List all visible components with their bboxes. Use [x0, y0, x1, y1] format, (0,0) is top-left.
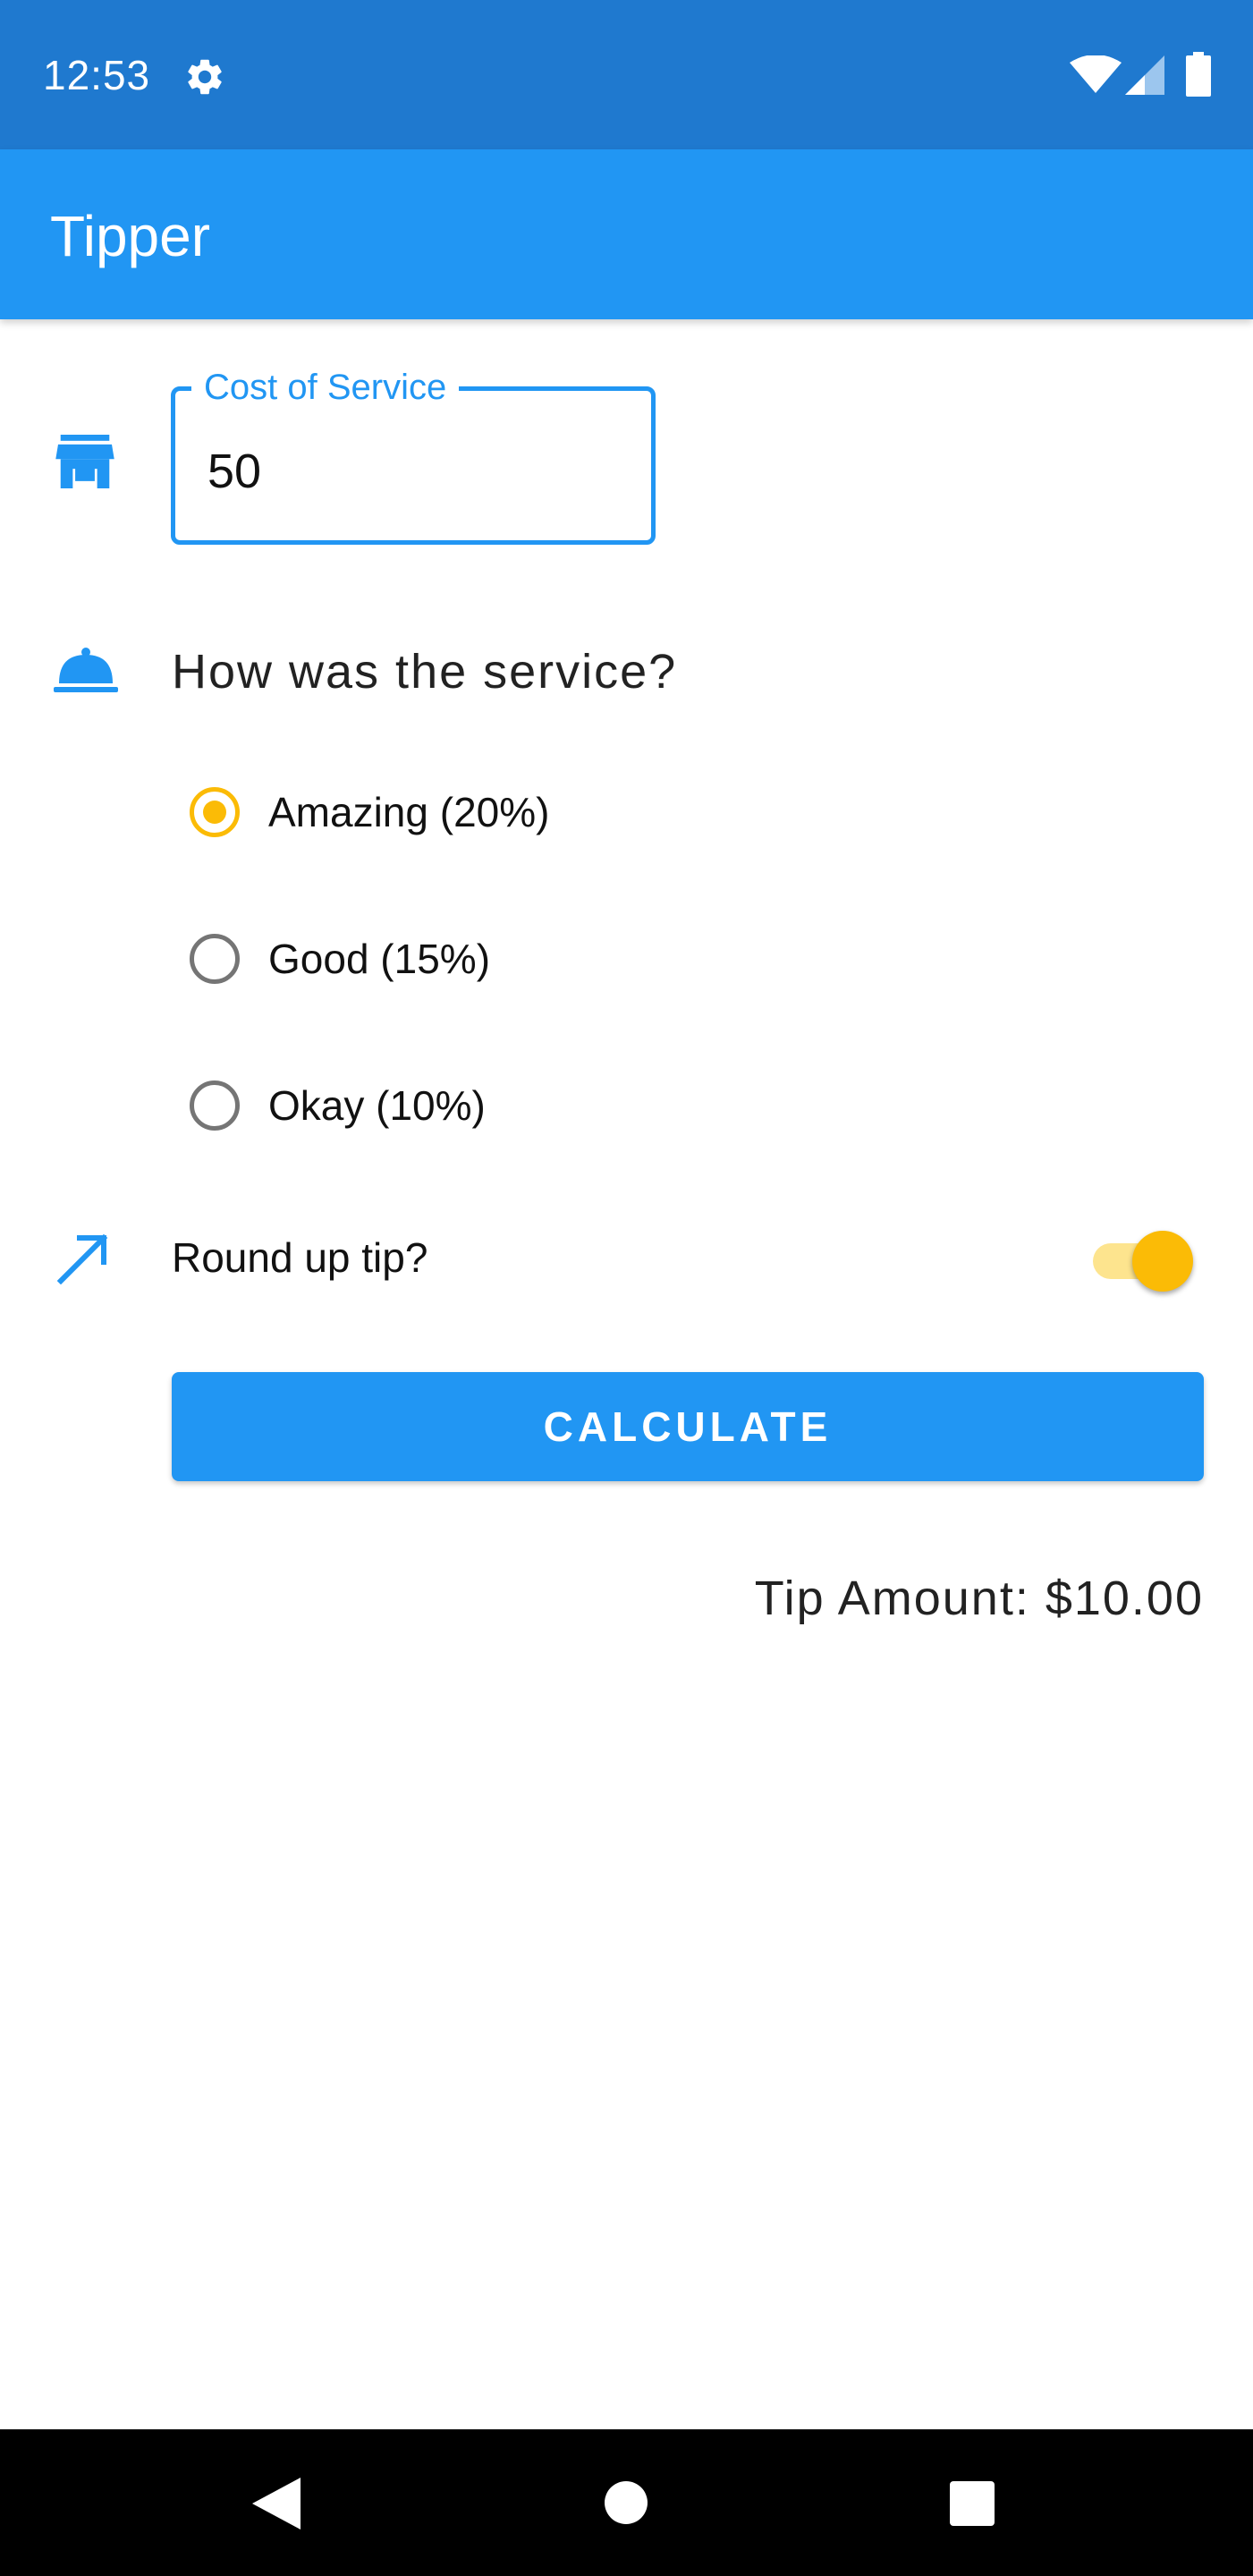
wifi-icon	[1070, 55, 1122, 93]
cost-of-service-input[interactable]: 50	[207, 443, 261, 500]
calculate-button[interactable]: CALCULATE	[172, 1372, 1204, 1481]
trending-up-arrow-icon	[57, 1233, 108, 1284]
cost-of-service-label: Cost of Service	[191, 364, 460, 411]
radio-button-checked[interactable]	[190, 787, 240, 837]
round-up-label: Round up tip?	[172, 1234, 428, 1281]
store-icon	[55, 435, 114, 488]
gear-icon	[188, 59, 222, 95]
radio-label-okay: Okay (10%)	[268, 1082, 486, 1129]
radio-button-unchecked[interactable]	[190, 1080, 240, 1131]
service-question: How was the service?	[172, 645, 678, 699]
radio-option-good[interactable]: Good (15%)	[184, 923, 721, 1004]
app-bar: Tipper	[0, 149, 1253, 319]
cost-of-service-field[interactable]: Cost of Service 50	[171, 364, 656, 545]
home-icon[interactable]	[605, 2481, 648, 2524]
bell-icon	[54, 648, 118, 692]
tip-amount-text: Tip Amount: $10.00	[754, 1572, 1204, 1625]
status-time: 12:53	[43, 52, 151, 98]
radio-option-amazing[interactable]: Amazing (20%)	[184, 776, 721, 857]
back-icon[interactable]	[252, 2478, 301, 2529]
recents-icon[interactable]	[950, 2481, 995, 2526]
app-title: Tipper	[50, 204, 211, 268]
radio-label-amazing: Amazing (20%)	[268, 789, 550, 835]
cell-signal-icon	[1125, 55, 1164, 95]
switch-thumb	[1132, 1231, 1193, 1292]
navigation-bar	[0, 2429, 1253, 2576]
round-up-switch[interactable]	[1086, 1222, 1197, 1293]
radio-option-okay[interactable]: Okay (10%)	[184, 1070, 721, 1150]
battery-icon	[1186, 52, 1211, 97]
radio-label-good: Good (15%)	[268, 936, 491, 982]
radio-button-unchecked[interactable]	[190, 934, 240, 984]
status-bar: 12:53	[0, 0, 1253, 149]
